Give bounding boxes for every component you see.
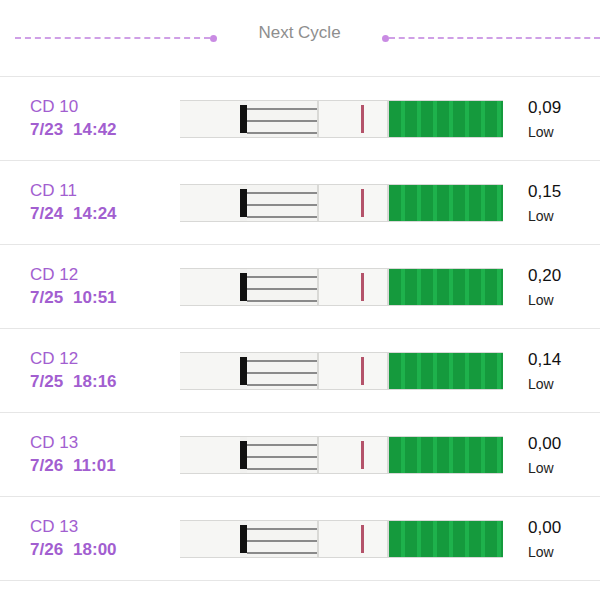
cycle-day: CD 12 [30, 348, 180, 370]
lh-value: 0,00 [528, 434, 561, 454]
divider-line [15, 37, 210, 39]
test-reading: 0,20 Low [528, 266, 561, 308]
lh-value: 0,15 [528, 182, 561, 202]
cycle-day: CD 11 [30, 180, 180, 202]
date-time: 7/2510:51 [30, 286, 180, 310]
divider-line [389, 37, 600, 39]
date-time: 7/2618:00 [30, 538, 180, 562]
test-row[interactable]: CD 10 7/2314:42 0,09 Low [0, 77, 600, 161]
section-title: Next Cycle [217, 23, 382, 43]
test-reading: 0,14 Low [528, 350, 561, 392]
test-date: CD 13 7/2618:00 [30, 516, 180, 562]
lh-result: Low [528, 460, 561, 476]
test-row[interactable]: CD 12 7/2510:51 0,20 Low [0, 245, 600, 329]
test-strip-photo [180, 100, 503, 138]
test-row[interactable]: CD 13 7/2618:00 0,00 Low [0, 497, 600, 581]
test-strip-photo [180, 184, 503, 222]
lh-result: Low [528, 292, 561, 308]
test-reading: 0,00 Low [528, 518, 561, 560]
cycle-day: CD 12 [30, 264, 180, 286]
test-reading: 0,15 Low [528, 182, 561, 224]
date-time: 7/2414:24 [30, 202, 180, 226]
cycle-day: CD 13 [30, 516, 180, 538]
date-time: 7/2314:42 [30, 118, 180, 142]
lh-result: Low [528, 376, 561, 392]
lh-result: Low [528, 544, 561, 560]
date-time: 7/2611:01 [30, 454, 180, 478]
test-row[interactable]: CD 12 7/2518:16 0,14 Low [0, 329, 600, 413]
cycle-day: CD 13 [30, 432, 180, 454]
test-strip-photo [180, 352, 503, 390]
lh-result: Low [528, 124, 561, 140]
test-reading: 0,09 Low [528, 98, 561, 140]
test-date: CD 10 7/2314:42 [30, 96, 180, 142]
test-date: CD 12 7/2510:51 [30, 264, 180, 310]
date-time: 7/2518:16 [30, 370, 180, 394]
cycle-log: Next Cycle CD 10 7/2314:42 0,09 LowCD 11… [0, 0, 600, 590]
divider-dot [382, 35, 389, 42]
test-strip-photo [180, 520, 503, 558]
lh-result: Low [528, 208, 561, 224]
section-header: Next Cycle [0, 0, 600, 77]
test-date: CD 11 7/2414:24 [30, 180, 180, 226]
test-list: CD 10 7/2314:42 0,09 LowCD 11 7/2414:24 … [0, 77, 600, 581]
test-row[interactable]: CD 13 7/2611:01 0,00 Low [0, 413, 600, 497]
test-row[interactable]: CD 11 7/2414:24 0,15 Low [0, 161, 600, 245]
test-reading: 0,00 Low [528, 434, 561, 476]
divider-dot [210, 35, 217, 42]
cycle-day: CD 10 [30, 96, 180, 118]
test-strip-photo [180, 436, 503, 474]
lh-value: 0,14 [528, 350, 561, 370]
lh-value: 0,09 [528, 98, 561, 118]
test-date: CD 13 7/2611:01 [30, 432, 180, 478]
lh-value: 0,00 [528, 518, 561, 538]
test-date: CD 12 7/2518:16 [30, 348, 180, 394]
test-strip-photo [180, 268, 503, 306]
lh-value: 0,20 [528, 266, 561, 286]
